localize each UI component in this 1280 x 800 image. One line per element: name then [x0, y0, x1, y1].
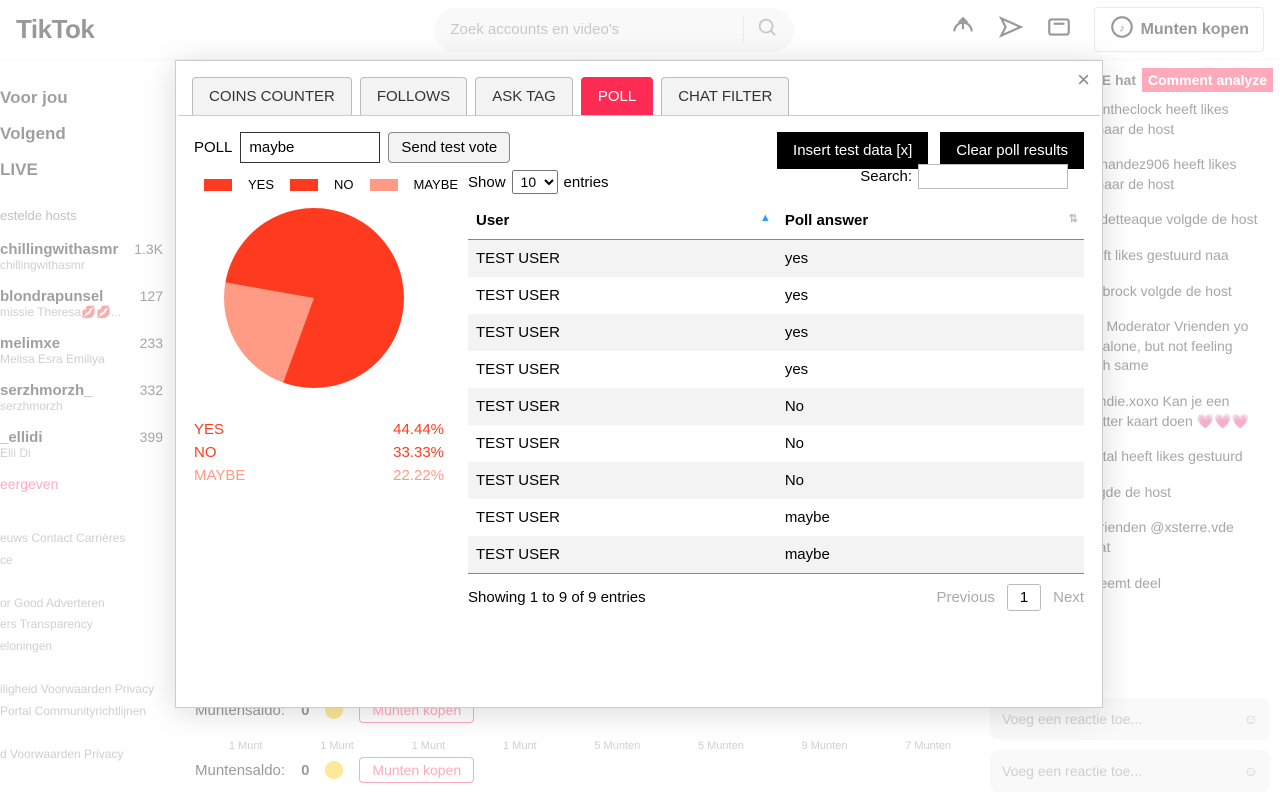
- table-search-input[interactable]: [918, 164, 1068, 189]
- pct-value-no: 33.33%: [393, 444, 444, 461]
- cell-answer: No: [777, 388, 1084, 425]
- col-user-label: User: [476, 212, 509, 229]
- table-row: TEST USERyes: [468, 277, 1084, 314]
- sort-icon: ⇅: [1069, 212, 1078, 225]
- table-search: Search:: [860, 164, 1068, 189]
- cell-answer: yes: [777, 277, 1084, 314]
- cell-answer: yes: [777, 314, 1084, 351]
- modal-tabs: COINS COUNTER FOLLOWS ASK TAG POLL CHAT …: [176, 61, 1102, 115]
- cell-user: TEST USER: [468, 314, 777, 351]
- legend-swatch-no: [290, 179, 318, 191]
- cell-answer: No: [777, 462, 1084, 499]
- legend-yes: YES: [248, 177, 274, 192]
- col-user[interactable]: User ▲: [468, 202, 777, 240]
- poll-label: POLL: [194, 139, 232, 156]
- show-label: Show: [468, 174, 506, 191]
- send-test-vote-button[interactable]: Send test vote: [388, 132, 510, 163]
- cell-answer: No: [777, 425, 1084, 462]
- pct-label-maybe: MAYBE: [194, 467, 245, 484]
- showing-text: Showing 1 to 9 of 9 entries: [468, 589, 646, 606]
- entries-label: entries: [564, 174, 609, 191]
- cell-answer: yes: [777, 240, 1084, 278]
- sort-asc-icon: ▲: [760, 212, 771, 224]
- table-row: TEST USERmaybe: [468, 499, 1084, 536]
- cell-user: TEST USER: [468, 388, 777, 425]
- poll-results-table: User▲ Poll answer⇅ TEST USERyesTEST USER…: [468, 202, 1084, 574]
- table-pane: Show 10 entries Search: User ▲ Poll answe…: [468, 170, 1084, 611]
- cell-user: TEST USER: [468, 499, 777, 536]
- tab-chat-filter[interactable]: CHAT FILTER: [661, 77, 789, 115]
- legend-swatch-yes: [204, 179, 232, 191]
- tab-poll[interactable]: POLL: [581, 77, 653, 115]
- col-answer[interactable]: Poll answer ⇅: [777, 202, 1084, 240]
- close-icon[interactable]: ×: [1077, 67, 1090, 93]
- cell-user: TEST USER: [468, 536, 777, 574]
- cell-answer: yes: [777, 351, 1084, 388]
- table-row: TEST USERyes: [468, 314, 1084, 351]
- table-row: TEST USERyes: [468, 351, 1084, 388]
- cell-user: TEST USER: [468, 240, 777, 278]
- pct-label-yes: YES: [194, 421, 224, 438]
- cell-answer: maybe: [777, 536, 1084, 574]
- pct-label-no: NO: [194, 444, 217, 461]
- tab-ask-tag[interactable]: ASK TAG: [475, 77, 573, 115]
- table-row: TEST USERNo: [468, 388, 1084, 425]
- legend-no: NO: [334, 177, 354, 192]
- pct-value-yes: 44.44%: [393, 421, 444, 438]
- pct-value-maybe: 22.22%: [393, 467, 444, 484]
- entries-select[interactable]: 10: [512, 170, 558, 194]
- search-label: Search:: [860, 168, 912, 185]
- table-row: TEST USERNo: [468, 462, 1084, 499]
- legend-maybe: MAYBE: [414, 177, 459, 192]
- table-row: TEST USERmaybe: [468, 536, 1084, 574]
- tab-follows[interactable]: FOLLOWS: [360, 77, 467, 115]
- poll-modal: × COINS COUNTER FOLLOWS ASK TAG POLL CHA…: [175, 60, 1103, 708]
- prev-button[interactable]: Previous: [936, 589, 994, 606]
- table-footer: Showing 1 to 9 of 9 entries Previous 1 N…: [468, 584, 1084, 611]
- modal-body: Insert test data [x] Clear poll results …: [178, 115, 1100, 701]
- col-answer-label: Poll answer: [785, 212, 868, 229]
- cell-user: TEST USER: [468, 462, 777, 499]
- percentage-list: YES 44.44% NO 33.33% MAYBE 22.22%: [194, 418, 444, 487]
- legend-swatch-maybe: [370, 179, 398, 191]
- page-number[interactable]: 1: [1007, 584, 1041, 611]
- table-row: TEST USERyes: [468, 240, 1084, 278]
- next-button[interactable]: Next: [1053, 589, 1084, 606]
- cell-user: TEST USER: [468, 425, 777, 462]
- cell-user: TEST USER: [468, 277, 777, 314]
- tab-coins-counter[interactable]: COINS COUNTER: [192, 77, 352, 115]
- pager: Previous 1 Next: [936, 584, 1084, 611]
- cell-answer: maybe: [777, 499, 1084, 536]
- poll-text-input[interactable]: [240, 132, 380, 163]
- table-row: TEST USERNo: [468, 425, 1084, 462]
- cell-user: TEST USER: [468, 351, 777, 388]
- pie-chart: [224, 208, 404, 388]
